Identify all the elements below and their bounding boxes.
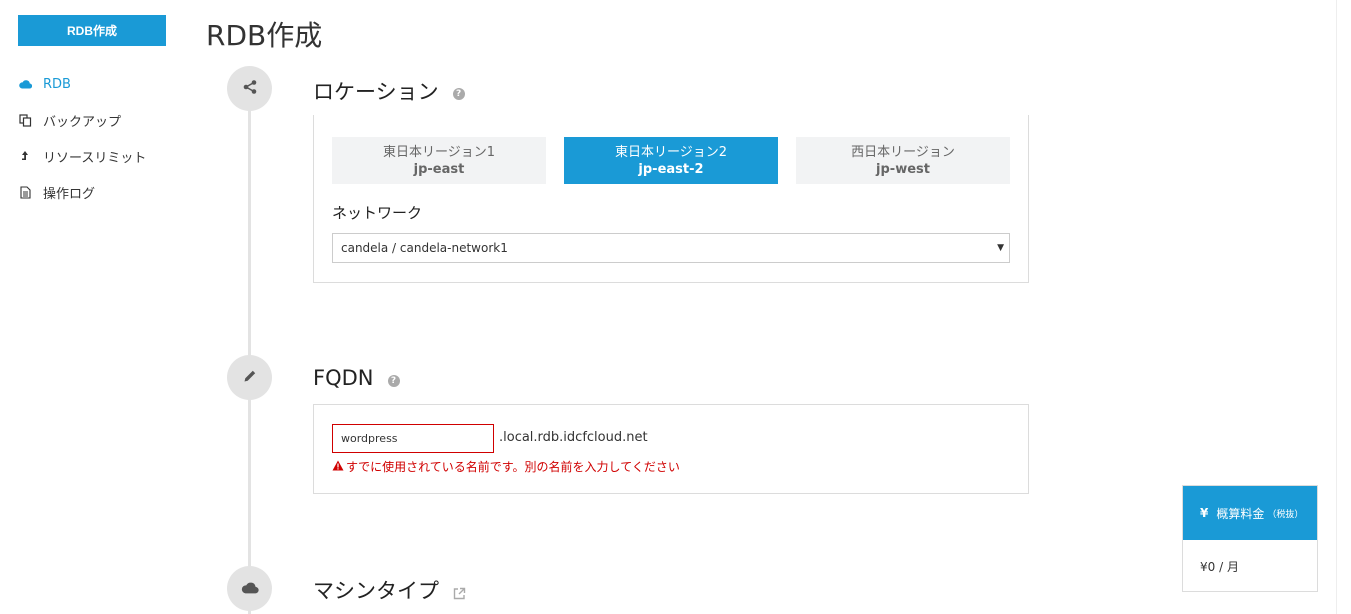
fqdn-input[interactable] xyxy=(332,424,494,453)
caret-down-icon: ▼ xyxy=(997,243,1004,253)
step-machine-type-circle xyxy=(227,566,272,611)
yen-icon: ¥ xyxy=(1200,506,1209,520)
error-text: すでに使用されている名前です。別の名前を入力してください xyxy=(346,460,680,474)
sidebar-nav: RDB バックアップ リソースリミット 操作ログ xyxy=(18,66,146,210)
region-code: jp-west xyxy=(876,161,930,177)
help-icon[interactable]: ? xyxy=(387,375,400,387)
sidebar-item-label: リソースリミット xyxy=(43,150,147,166)
network-select-value: candela / candela-network1 xyxy=(341,241,508,255)
create-rdb-button[interactable]: RDB作成 xyxy=(18,15,166,46)
region-name: 東日本リージョン1 xyxy=(382,144,495,160)
step-timeline xyxy=(248,88,251,614)
price-note: （税抜） xyxy=(1267,509,1304,520)
sidebar-item-backup[interactable]: バックアップ xyxy=(18,102,146,138)
section-title-text: FQDN xyxy=(313,366,374,390)
region-code: jp-east xyxy=(413,161,465,177)
section-title-text: マシンタイプ xyxy=(313,579,439,603)
arrow-up-icon xyxy=(18,149,32,163)
external-link-icon[interactable] xyxy=(453,587,466,600)
cloud-icon xyxy=(241,579,259,598)
region-name: 西日本リージョン xyxy=(851,144,955,160)
page-divider xyxy=(1336,0,1337,614)
region-option-jp-east[interactable]: 東日本リージョン1 jp-east xyxy=(332,137,546,184)
region-selector: 東日本リージョン1 jp-east 東日本リージョン2 jp-east-2 西日… xyxy=(332,137,1010,184)
sidebar-item-resource-limit[interactable]: リソースリミット xyxy=(18,138,146,174)
fqdn-error-message: すでに使用されている名前です。別の名前を入力してください xyxy=(332,458,680,475)
document-icon xyxy=(18,185,32,199)
section-title-machine-type: マシンタイプ xyxy=(313,575,466,605)
region-name: 東日本リージョン2 xyxy=(614,144,727,160)
pencil-icon xyxy=(242,368,258,388)
price-value: ¥0 / 月 xyxy=(1200,560,1239,574)
region-option-jp-west[interactable]: 西日本リージョン jp-west xyxy=(796,137,1010,184)
network-label: ネットワーク xyxy=(332,204,423,222)
region-code: jp-east-2 xyxy=(638,161,704,177)
cloud-icon xyxy=(18,77,32,91)
warning-icon xyxy=(332,460,344,474)
section-title-location: ロケーション ? xyxy=(313,76,465,106)
page-title: RDB作成 xyxy=(206,19,323,52)
sidebar-item-label: 操作ログ xyxy=(43,186,96,202)
sidebar-item-label: バックアップ xyxy=(43,114,122,130)
sidebar-item-rdb[interactable]: RDB xyxy=(18,66,146,102)
network-select[interactable]: candela / candela-network1 ▼ xyxy=(332,233,1010,263)
share-icon xyxy=(242,79,258,99)
step-location-circle xyxy=(227,66,272,111)
sidebar: RDB作成 RDB バックアップ リソースリミット 操作ログ xyxy=(0,0,185,614)
price-label: 概算料金 xyxy=(1216,506,1265,521)
fqdn-panel: .local.rdb.idcfcloud.net すでに使用されている名前です。… xyxy=(313,404,1029,494)
estimated-price-box: ¥ 概算料金 （税抜） ¥0 / 月 xyxy=(1182,485,1318,592)
fqdn-suffix: .local.rdb.idcfcloud.net xyxy=(499,430,648,445)
help-icon[interactable]: ? xyxy=(452,88,465,100)
region-option-jp-east-2[interactable]: 東日本リージョン2 jp-east-2 xyxy=(564,137,778,184)
price-header: ¥ 概算料金 （税抜） xyxy=(1183,486,1317,540)
section-title-text: ロケーション xyxy=(313,80,439,104)
location-panel: 東日本リージョン1 jp-east 東日本リージョン2 jp-east-2 西日… xyxy=(313,115,1029,283)
sidebar-item-operation-log[interactable]: 操作ログ xyxy=(18,174,146,210)
step-fqdn-circle xyxy=(227,355,272,400)
section-title-fqdn: FQDN ? xyxy=(313,366,400,390)
copy-icon xyxy=(18,113,32,127)
sidebar-item-label: RDB xyxy=(43,76,71,92)
